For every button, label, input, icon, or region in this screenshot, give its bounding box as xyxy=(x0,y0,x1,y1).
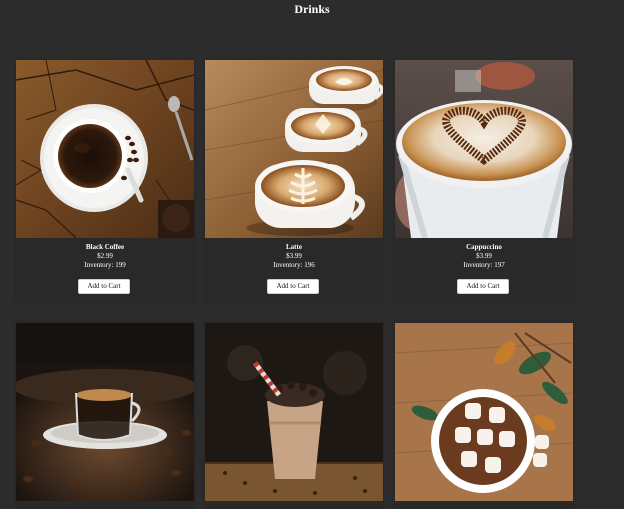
black-coffee-photo xyxy=(16,60,194,238)
product-inventory: Inventory: 197 xyxy=(463,261,505,269)
espresso-photo xyxy=(16,323,194,501)
product-name: Latte xyxy=(286,243,302,251)
product-inventory: Inventory: 196 xyxy=(273,261,315,269)
cappuccino-photo xyxy=(395,60,573,238)
product-price: $2.99 xyxy=(97,252,113,260)
product-card-frappe xyxy=(205,323,383,509)
add-to-cart-button[interactable]: Add to Cart xyxy=(457,279,509,294)
product-price: $3.99 xyxy=(286,252,302,260)
product-inventory: Inventory: 199 xyxy=(84,261,126,269)
page-title: Drinks xyxy=(294,2,330,16)
latte-photo xyxy=(205,60,383,238)
product-name: Black Coffee xyxy=(85,243,125,251)
product-card-latte: Latte $3.99 Inventory: 196 Add to Cart xyxy=(205,60,383,302)
frappe-photo xyxy=(205,323,383,501)
product-card-espresso xyxy=(16,323,194,509)
hot-chocolate-photo xyxy=(395,323,573,501)
add-to-cart-button[interactable]: Add to Cart xyxy=(267,279,319,294)
product-card-hot-chocolate xyxy=(395,323,573,509)
product-card-black-coffee: Black Coffee $2.99 Inventory: 199 Add to… xyxy=(16,60,194,302)
add-to-cart-button[interactable]: Add to Cart xyxy=(78,279,130,294)
product-name: Cappuccino xyxy=(466,243,502,251)
product-price: $3.99 xyxy=(476,252,492,260)
product-card-cappuccino: Cappuccino $3.99 Inventory: 197 Add to C… xyxy=(395,60,573,302)
